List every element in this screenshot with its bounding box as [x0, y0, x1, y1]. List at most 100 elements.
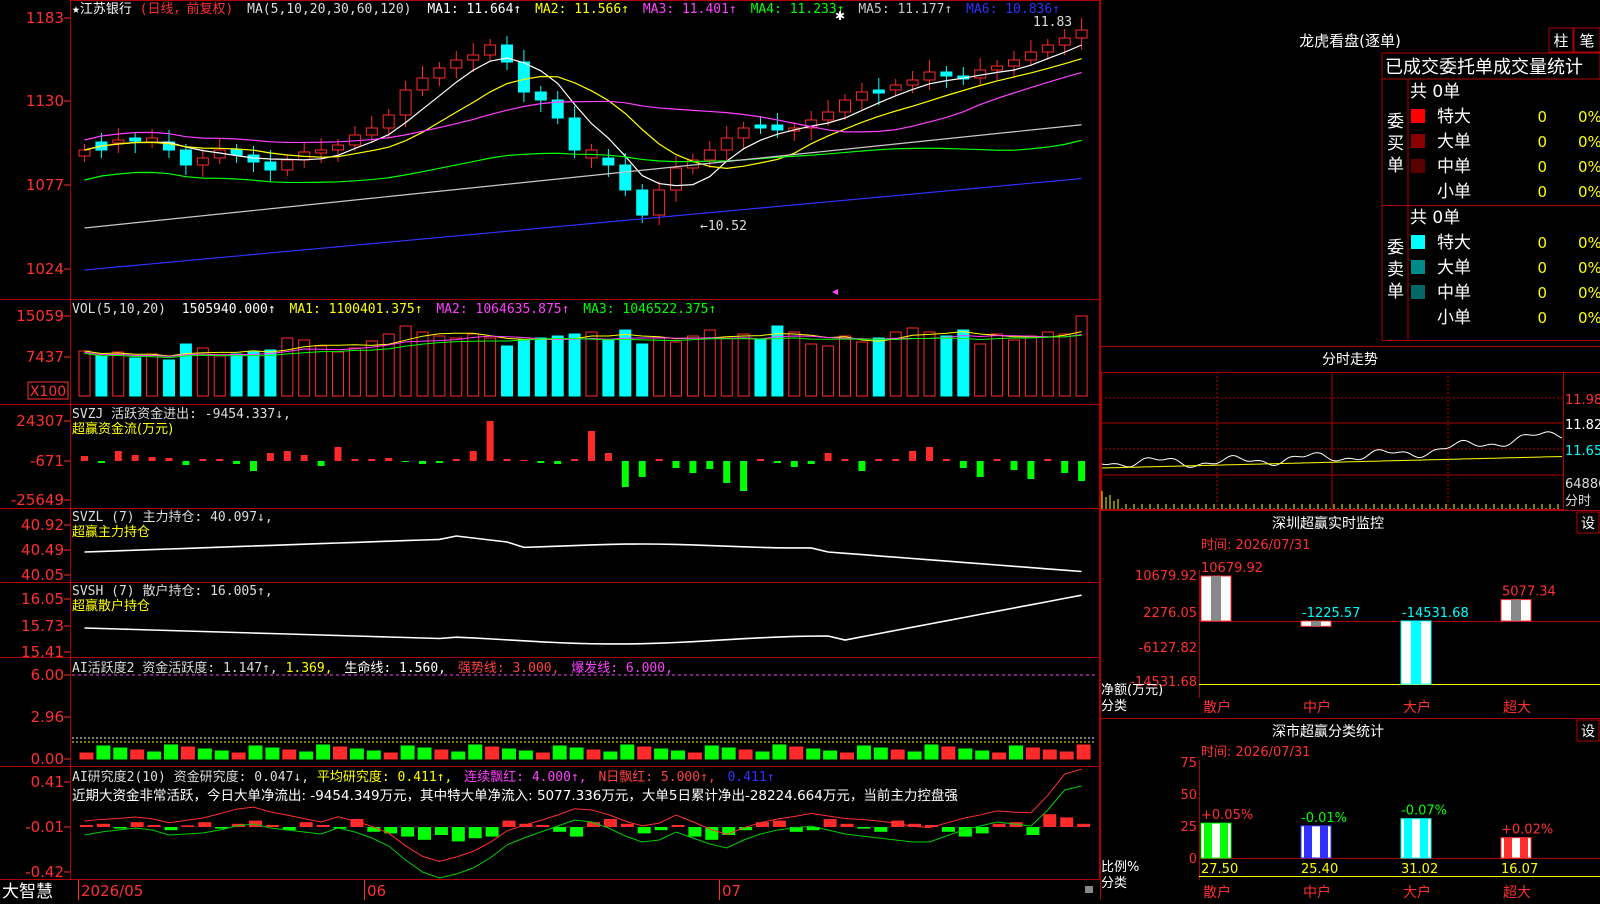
candle-body — [603, 158, 614, 165]
svzj-bar — [994, 459, 1001, 461]
candle-body — [873, 90, 884, 93]
tick-mode-label: 笔 — [1579, 32, 1594, 50]
ai-research-bar — [705, 827, 718, 840]
lhb-title: 龙虎看盘(逐单) — [1299, 32, 1401, 50]
svzj-bar — [436, 461, 443, 463]
sz-class-y-tick: 25 — [1180, 820, 1197, 835]
candle-body — [535, 92, 546, 100]
intraday-panel[interactable]: 分时走势 11.98 11.82 11.65 64886 分时 — [1100, 347, 1600, 511]
ai-research-bar — [976, 827, 989, 833]
ai-active-bar — [503, 749, 516, 759]
volume-bar — [451, 338, 462, 396]
svzj-bar — [1078, 461, 1085, 481]
ma-line — [85, 179, 1082, 270]
candle-body — [1025, 52, 1036, 60]
buy-side-label: 委买单 — [1387, 112, 1404, 176]
svzj-bar — [554, 461, 561, 464]
svzj-bar — [892, 459, 899, 461]
order-size-label: 特大 — [1437, 233, 1471, 253]
ma-value-3: MA3: 11.401↑ — [643, 2, 737, 17]
ai-active-bar — [1010, 746, 1023, 759]
kline-pane[interactable]: 1183 1130 1077 1024 ★江苏银行 (日线，前复权) MA(5,… — [26, 1, 1087, 295]
svzj-bar — [605, 453, 612, 461]
svzj-bar — [182, 461, 189, 465]
candle-body — [147, 138, 158, 142]
volume-bar — [1076, 316, 1087, 396]
sz-monitor-bar-value: -14531.68 — [1402, 606, 1469, 621]
ai-research-bar — [621, 824, 634, 827]
ai-research-extra: 0.411↑ — [728, 770, 775, 785]
ai-research-bar — [570, 827, 583, 837]
order-size-swatch — [1411, 109, 1425, 123]
candle-body — [113, 140, 124, 143]
ma-value-4: MA4: 11.233↑ — [751, 2, 845, 17]
svzj-bar — [740, 461, 747, 491]
bar-shade — [1411, 621, 1421, 684]
volume-bar — [434, 336, 445, 396]
sz-class-change: +0.05% — [1201, 808, 1253, 823]
order-percent: 0% — [1578, 108, 1600, 126]
ai-research-bar — [165, 827, 178, 830]
ai-research-bar — [80, 825, 93, 827]
svsh-pane[interactable]: SVSH (7) 散户持仓: 16.005↑, 超赢散户持仓 16.05 15.… — [21, 583, 1082, 661]
volume-bar — [586, 332, 597, 396]
order-percent: 0% — [1578, 284, 1600, 302]
volume-pane[interactable]: VOL(5,10,20) 1505940.000↑ MA1: 1100401.3… — [16, 302, 1087, 400]
ai-active-bar — [621, 745, 634, 759]
candle-body — [1042, 45, 1053, 52]
candle-body — [620, 165, 631, 190]
sz-class-panel[interactable]: 深市超赢分类统计 设 时间: 2026/07/31 75 50 25 0 比例%… — [1100, 719, 1600, 901]
order-count: 0 — [1537, 284, 1547, 302]
svzj-bar — [453, 459, 460, 461]
svzj-pane[interactable]: SVZJ 活跃资金进出: -9454.337↓, 超赢资金流(万元) 24307… — [11, 406, 1085, 509]
svzj-bar — [487, 421, 494, 461]
ai-active-y-tick: 6.00 — [31, 666, 64, 684]
svsh-subtitle: 超赢散户持仓 — [72, 598, 150, 614]
ai-active-bar — [198, 749, 211, 759]
svsh-y-axis: 16.05 15.73 15.41 — [21, 590, 64, 661]
vol-ma-3: MA3: 1046522.375↑ — [583, 302, 716, 317]
ai-active-y-tick: 2.96 — [31, 708, 64, 726]
sz-monitor-panel[interactable]: 深圳超赢实时监控 设 时间: 2026/07/31 10679.92 2276.… — [1100, 511, 1600, 717]
buy-label-char: 单 — [1387, 156, 1404, 176]
ai-active-avg: 1.369, — [286, 661, 333, 676]
sz-monitor-bars: 10679.92散户-1225.57中户-14531.68大户5077.34超大 — [1201, 561, 1556, 716]
ai-research-bar — [688, 827, 701, 837]
ai-active-bar — [942, 747, 955, 759]
ai-active-pane[interactable]: AI活跃度2 资金活跃度: 1.147↑, 1.369, 生命线: 1.560,… — [31, 660, 1095, 768]
lhb-panel[interactable]: 龙虎看盘(逐单) 柱 笔 已成交委托单成交量统计 委买单 委卖单 共 0单 共 … — [1101, 0, 1600, 900]
ai-active-bar — [165, 745, 178, 759]
lhb-tabs[interactable]: 已成交委托单成交量统计 — [1385, 57, 1583, 78]
sz-class-bar-value: 16.07 — [1501, 862, 1538, 877]
volume-bar — [958, 330, 969, 396]
ai-research-bar — [97, 824, 110, 827]
ai-research-bar — [841, 824, 854, 827]
svzj-bar — [875, 459, 882, 461]
order-size-swatch — [1411, 159, 1425, 173]
svzl-pane[interactable]: SVZL (7) 主力持仓: 40.097↓, 超赢主力持仓 40.92 40.… — [21, 510, 1082, 584]
volume-bar — [164, 360, 175, 396]
volume-y-axis: 15059 7437 — [16, 307, 64, 366]
sz-monitor-bar-value: -1225.57 — [1302, 606, 1360, 621]
ai-research-bar — [1060, 817, 1073, 827]
candle-body — [856, 92, 867, 100]
lock-icon[interactable] — [1085, 886, 1093, 893]
volume-bar — [941, 336, 952, 396]
sz-class-time: 时间: 2026/07/31 — [1201, 745, 1310, 760]
ai-research-bar — [198, 822, 211, 827]
kline-y-tick: 1183 — [26, 9, 64, 27]
candle-body — [704, 150, 715, 160]
volume-bar — [349, 348, 360, 396]
ai-research-pane[interactable]: AI研究度2(10) 资金研究度: 0.047↓, 平均研究度: 0.411↑,… — [25, 769, 1090, 881]
volume-bar — [738, 334, 749, 396]
ai-research-header: AI研究度2(10) 资金研究度: 0.047↓, 平均研究度: 0.411↑,… — [72, 769, 775, 785]
candle-body — [316, 150, 327, 153]
candle-body — [282, 160, 293, 170]
ai-burst-line: 爆发线: 6.000, — [571, 660, 673, 676]
ai-active-bar — [536, 753, 549, 759]
ai-life-line: 生命线: 1.560, — [344, 660, 446, 676]
ai-active-bar — [519, 751, 532, 759]
sz-monitor-y-tick: -6127.82 — [1139, 641, 1197, 656]
sz-monitor-bar-value: 5077.34 — [1502, 585, 1556, 600]
sell-label-char: 卖 — [1387, 260, 1404, 280]
